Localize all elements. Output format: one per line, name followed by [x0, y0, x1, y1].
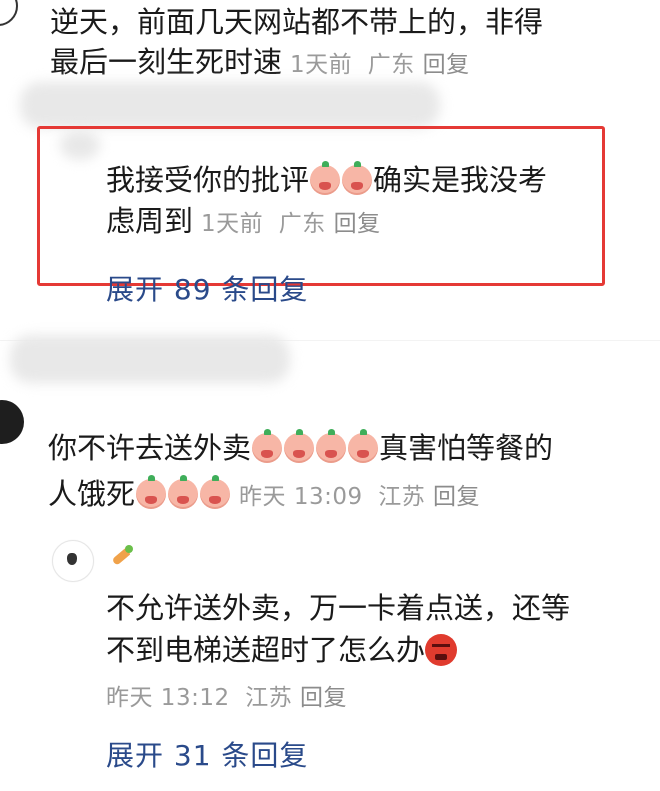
reply-text: 我接受你的批评 确实是我没考 — [106, 161, 548, 197]
comment-time: 1天前 — [290, 52, 353, 78]
reply-location: 江苏 — [245, 685, 293, 711]
reply-time: 昨天 13:12 — [106, 685, 230, 711]
crying-face-icon — [168, 475, 199, 509]
crying-face-icon — [252, 429, 283, 463]
reply-location: 广东 — [278, 211, 326, 237]
angry-face-icon — [425, 634, 458, 666]
avatar[interactable] — [0, 0, 18, 26]
reply-text: 不允许送外卖，万一卡着点送，还等 — [106, 591, 571, 625]
reply-button[interactable]: 回复 — [334, 211, 381, 237]
blurred-username — [10, 335, 290, 383]
avatar[interactable] — [0, 400, 24, 444]
crying-face-icon — [310, 161, 341, 195]
reply-time: 1天前 — [201, 211, 264, 237]
crying-face-icon — [284, 429, 315, 463]
comment-location: 江苏 — [378, 484, 426, 510]
reply-button[interactable]: 回复 — [433, 484, 480, 510]
comment-meta: 昨天 13:09 江苏 回复 — [239, 484, 480, 510]
crying-face-icon — [200, 475, 231, 509]
crying-face-icon — [316, 429, 347, 463]
carrot-icon — [110, 545, 136, 571]
reply-text: 不到电梯送超时了怎么办 — [106, 630, 458, 670]
crying-face-icon — [342, 161, 373, 195]
reply-meta: 1天前 广东 回复 — [201, 211, 381, 237]
reply-button[interactable]: 回复 — [300, 685, 347, 711]
expand-replies-link[interactable]: 展开 31 条回复 — [106, 734, 308, 774]
avatar[interactable] — [52, 540, 94, 582]
reply-text: 虑周到 1天前 广东 回复 — [106, 204, 381, 238]
expand-replies-link[interactable]: 展开 89 条回复 — [106, 268, 308, 308]
reply-button[interactable]: 回复 — [423, 52, 470, 78]
blurred-username — [20, 82, 440, 128]
comment-meta: 1天前 广东 回复 — [290, 52, 470, 78]
comment-text: 人饿死 昨天 13:09 江苏 回复 — [48, 475, 481, 511]
comment-time: 昨天 13:09 — [239, 484, 363, 510]
crying-face-icon — [136, 475, 167, 509]
comment-text: 你不许去送外卖 真害怕等餐的 — [48, 429, 554, 465]
comment-location: 广东 — [367, 52, 415, 78]
comment-text: 最后一刻生死时速 1天前 广东 回复 — [50, 45, 470, 79]
comment-text: 逆天，前面几天网站都不带上的，非得 — [50, 5, 544, 39]
crying-face-icon — [348, 429, 379, 463]
rabbit-icon — [67, 553, 77, 565]
reply-meta: 昨天 13:12 江苏 回复 — [106, 678, 347, 712]
